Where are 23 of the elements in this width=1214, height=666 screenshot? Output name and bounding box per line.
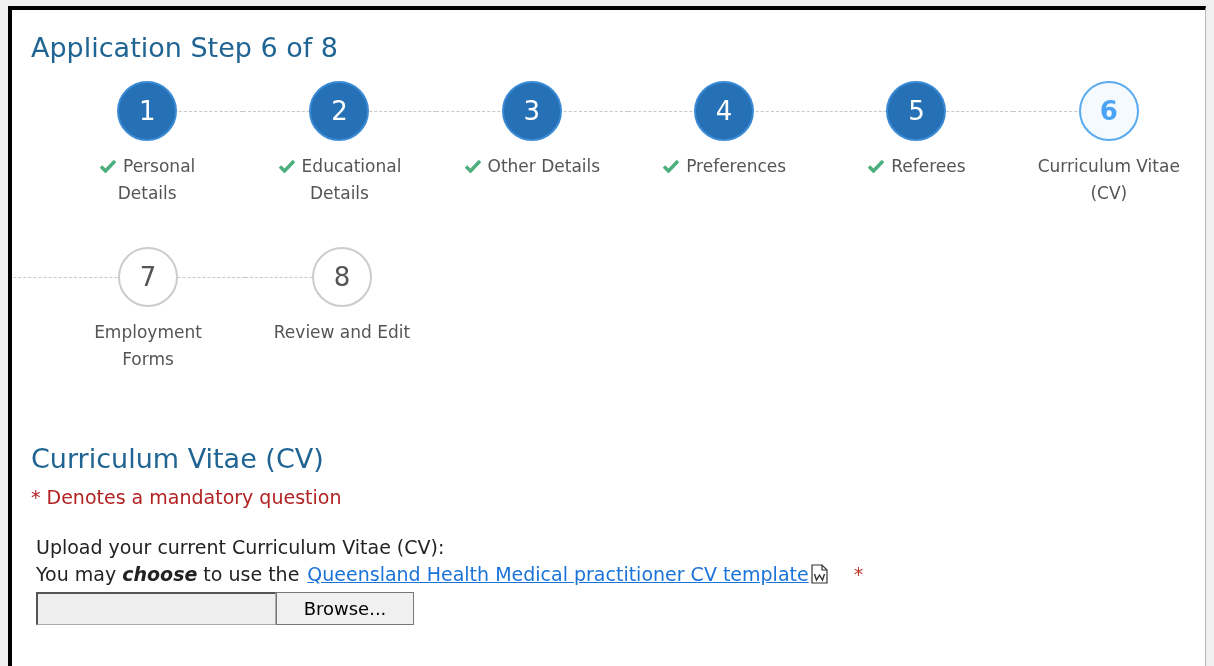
check-icon [662, 159, 681, 173]
step-label: Review and Edit [273, 322, 411, 342]
page-title: Application Step 6 of 8 [31, 32, 339, 64]
step-label: Educational Details [301, 156, 402, 203]
section-title: Curriculum Vitae (CV) [31, 443, 324, 475]
required-mark: * [853, 561, 864, 587]
upload-label: Upload your current Curriculum Vitae (CV): [36, 535, 445, 558]
file-path-field[interactable] [36, 591, 276, 625]
document-icon [810, 564, 828, 584]
check-icon [867, 159, 886, 173]
step-label: Other Details [487, 156, 601, 176]
template-link[interactable]: Queensland Health Medical practitioner CV template [307, 560, 809, 588]
step-label: Employment Forms [94, 322, 202, 369]
step-label: Preferences [686, 156, 787, 176]
step-label: Referees [891, 156, 966, 176]
check-icon [463, 159, 482, 173]
mandatory-note: * Denotes a mandatory question [31, 485, 342, 510]
check-icon [99, 159, 117, 173]
step-label: Curriculum Vitae (CV) [1037, 156, 1180, 203]
template-text: You may choose to use the [36, 561, 300, 587]
check-icon [277, 159, 296, 173]
browse-button[interactable]: Browse... [276, 591, 414, 625]
step-label: Personal Details [117, 156, 196, 203]
